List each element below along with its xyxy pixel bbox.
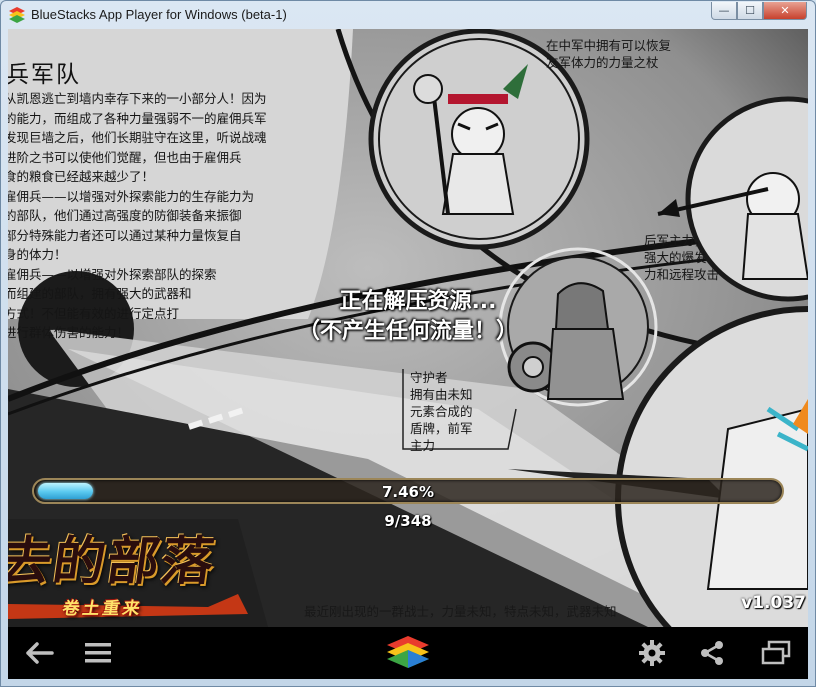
lore-line: 进阶之书可以使他们觉醒，但也由于雇佣兵 xyxy=(8,149,242,165)
progress-percent: 7.46% xyxy=(381,483,435,501)
settings-button[interactable] xyxy=(632,627,672,679)
loading-message-line2: （不产生任何流量！） xyxy=(297,319,518,344)
lore-line: 雇佣兵——以增强对外探索部队的探索 xyxy=(8,266,217,282)
window-controls: — ☐ ✕ xyxy=(711,2,807,20)
callout-guardian: 守护者 拥有由未知 元素合成的 盾牌，前军 主力 xyxy=(410,369,473,454)
lore-line: 的能力，而组成了各种力量强弱不一的雇佣兵军 xyxy=(8,110,267,126)
callout-line: 主力 xyxy=(410,438,436,453)
callout-line: 友军体力的力量之杖 xyxy=(546,55,659,70)
window-resize-icon xyxy=(761,640,791,665)
panel-heading: 兵军队 xyxy=(8,62,81,88)
lore-line: 发现巨墙之后，他们长期驻守在这里，听说战魂 xyxy=(8,130,267,145)
callout-line: 元素合成的 xyxy=(410,404,473,419)
lore-line: 从凯恩逃亡到墙内幸存下来的一小部分人！因为 xyxy=(8,91,267,106)
version-label: v1.037 xyxy=(741,593,806,613)
share-button[interactable] xyxy=(692,627,732,679)
game-logo: 去的部落 xyxy=(8,531,220,592)
progress-bar: 7.46% xyxy=(32,478,784,504)
callout-line: 守护者 xyxy=(410,370,448,385)
gear-icon xyxy=(639,640,665,666)
callout-line: 力和远程攻击 xyxy=(644,267,720,282)
lore-line: 的部队，他们通过高强度的防御装备来振御 xyxy=(8,208,242,223)
close-button[interactable]: ✕ xyxy=(763,2,807,20)
callout-line: 拥有由未知 xyxy=(410,387,473,402)
game-viewport[interactable]: 兵军队 从凯恩逃亡到墙内幸存下来的一小部分人！因为 的能力，而组成了各种力量强弱… xyxy=(8,29,808,627)
lore-line: 雇佣兵——以增强对外探索能力的生存能力为 xyxy=(8,188,255,204)
callout-line: 强大的爆发 xyxy=(644,250,707,265)
menu-icon xyxy=(85,643,111,663)
loading-message: 正在解压资源... （不产生任何流量！） xyxy=(8,287,808,347)
android-nav-bar xyxy=(8,627,808,679)
loading-message-line1: 正在解压资源... xyxy=(339,289,497,314)
lore-line: 身的体力！ xyxy=(8,247,67,262)
tagline: 最近刚出现的一群战士，力量未知，特点未知，武器未知 xyxy=(304,604,617,619)
share-icon xyxy=(701,641,723,665)
lore-line: 部分特殊能力者还可以通过某种力量恢复自 xyxy=(8,227,242,243)
bluestacks-logo-icon xyxy=(9,7,25,23)
title-bar[interactable]: BlueStacks App Player for Windows (beta-… xyxy=(1,1,815,29)
menu-button[interactable] xyxy=(78,627,118,679)
game-logo-subtitle: 卷土重来 xyxy=(60,599,145,619)
callout-line: 盾牌，前军 xyxy=(410,421,473,436)
bluestacks-home-icon xyxy=(387,636,429,668)
callout-line: 在中军中拥有可以恢复 xyxy=(546,38,672,53)
maximize-button[interactable]: ☐ xyxy=(737,2,763,20)
minimize-button[interactable]: — xyxy=(711,2,737,20)
home-button[interactable] xyxy=(378,627,438,679)
back-button[interactable] xyxy=(18,627,62,679)
back-arrow-icon xyxy=(26,642,54,664)
callout-line: 后军主力， xyxy=(644,233,707,248)
callout-staff-warrior: 在中军中拥有可以恢复 友军体力的力量之杖 xyxy=(546,37,671,71)
lore-line: 食的粮食已经越来越少了！ xyxy=(8,169,155,184)
window-title: BlueStacks App Player for Windows (beta-… xyxy=(31,7,287,22)
window-mode-button[interactable] xyxy=(752,627,800,679)
callout-rear-warrior: 后军主力， 强大的爆发 力和远程攻击 xyxy=(644,232,719,283)
